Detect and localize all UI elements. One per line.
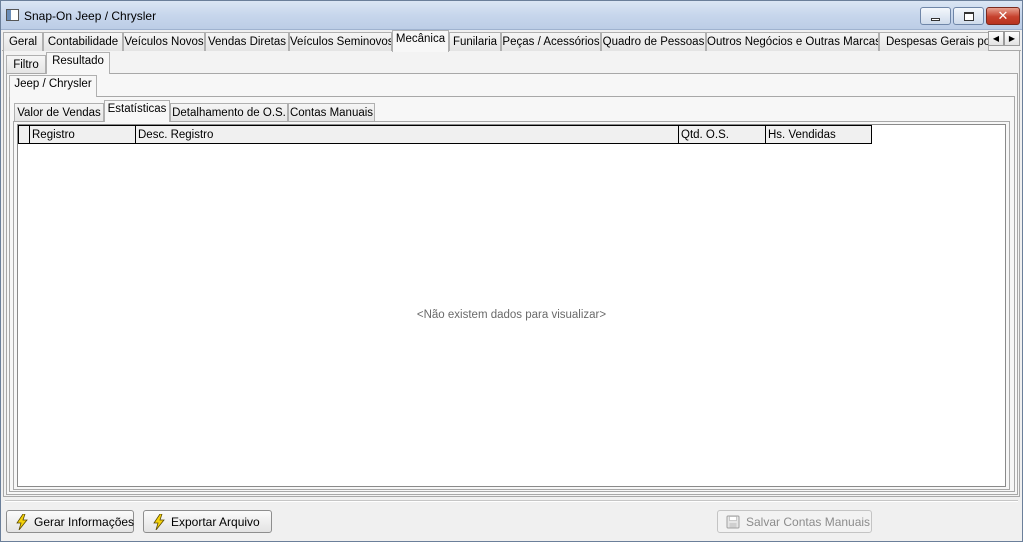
title-bar[interactable]: Snap-On Jeep / Chrysler ✕	[1, 1, 1022, 30]
salvar-contas-manuais-label: Salvar Contas Manuais	[746, 514, 871, 529]
close-button[interactable]: ✕	[986, 7, 1020, 25]
maximize-icon	[963, 11, 974, 21]
app-window-icon	[6, 9, 19, 21]
tab-outros-negocios[interactable]: Outros Negócios e Outras Marcas	[706, 32, 879, 51]
window-title: Snap-On Jeep / Chrysler	[24, 9, 157, 23]
row-indicator-header[interactable]	[19, 126, 30, 143]
minimize-button[interactable]	[920, 7, 951, 25]
tab-despesas-gerais[interactable]: Despesas Gerais por D	[879, 32, 989, 51]
footer-separator	[5, 500, 1018, 502]
tab-resultado[interactable]: Resultado	[46, 52, 110, 74]
minimize-icon	[931, 17, 940, 21]
main-tab-strip: Geral Contabilidade Veículos Novos Venda…	[2, 30, 1021, 52]
lightning-icon	[16, 513, 28, 530]
gerar-informacoes-label: Gerar Informações	[34, 514, 135, 529]
tab-contabilidade[interactable]: Contabilidade	[43, 32, 123, 51]
tab-valor-de-vendas[interactable]: Valor de Vendas	[14, 103, 104, 122]
tab-funilaria[interactable]: Funilaria	[449, 32, 501, 51]
estatisticas-grid[interactable]: Registro Desc. Registro Qtd. O.S. Hs. Ve…	[17, 124, 1006, 487]
tab-scroll-right-icon[interactable]: ▶	[1004, 31, 1020, 46]
save-disk-icon	[726, 515, 740, 528]
tab-contas-manuais[interactable]: Contas Manuais	[288, 103, 375, 122]
maximize-button[interactable]	[953, 7, 984, 25]
grid-header-row: Registro Desc. Registro Qtd. O.S. Hs. Ve…	[18, 125, 872, 144]
tab-filtro[interactable]: Filtro	[6, 55, 46, 74]
exportar-arquivo-label: Exportar Arquivo	[171, 514, 260, 529]
tab-scroll-left-icon[interactable]: ◀	[988, 31, 1004, 46]
exportar-arquivo-button[interactable]: Exportar Arquivo	[143, 510, 272, 533]
tab-jeep-chrysler[interactable]: Jeep / Chrysler	[9, 75, 97, 97]
column-qtd-os[interactable]: Qtd. O.S.	[679, 126, 766, 143]
tab-geral[interactable]: Geral	[3, 32, 43, 51]
app-window: Snap-On Jeep / Chrysler ✕ Geral Contabil…	[0, 0, 1023, 542]
tab-detalhamento-os[interactable]: Detalhamento de O.S.	[170, 103, 288, 122]
tab-vendas-diretas[interactable]: Vendas Diretas	[205, 32, 289, 51]
tab-pecas-acessorios[interactable]: Peças / Acessórios	[501, 32, 601, 51]
lightning-icon	[153, 513, 165, 530]
column-desc-registro[interactable]: Desc. Registro	[136, 126, 679, 143]
tab-mecanica[interactable]: Mecânica	[392, 30, 449, 52]
close-icon: ✕	[997, 8, 1009, 24]
gerar-informacoes-button[interactable]: Gerar Informações	[6, 510, 134, 533]
tab-veiculos-seminovos[interactable]: Veículos Seminovos	[289, 32, 392, 51]
tab-quadro-de-pessoas[interactable]: Quadro de Pessoas	[601, 32, 706, 51]
salvar-contas-manuais-button[interactable]: Salvar Contas Manuais	[717, 510, 872, 533]
column-hs-vendidas[interactable]: Hs. Vendidas	[766, 126, 871, 143]
tab-veiculos-novos[interactable]: Veículos Novos	[123, 32, 205, 51]
tab-estatisticas[interactable]: Estatísticas	[104, 100, 170, 122]
column-registro[interactable]: Registro	[30, 126, 136, 143]
grid-empty-message: <Não existem dados para visualizar>	[416, 309, 607, 321]
